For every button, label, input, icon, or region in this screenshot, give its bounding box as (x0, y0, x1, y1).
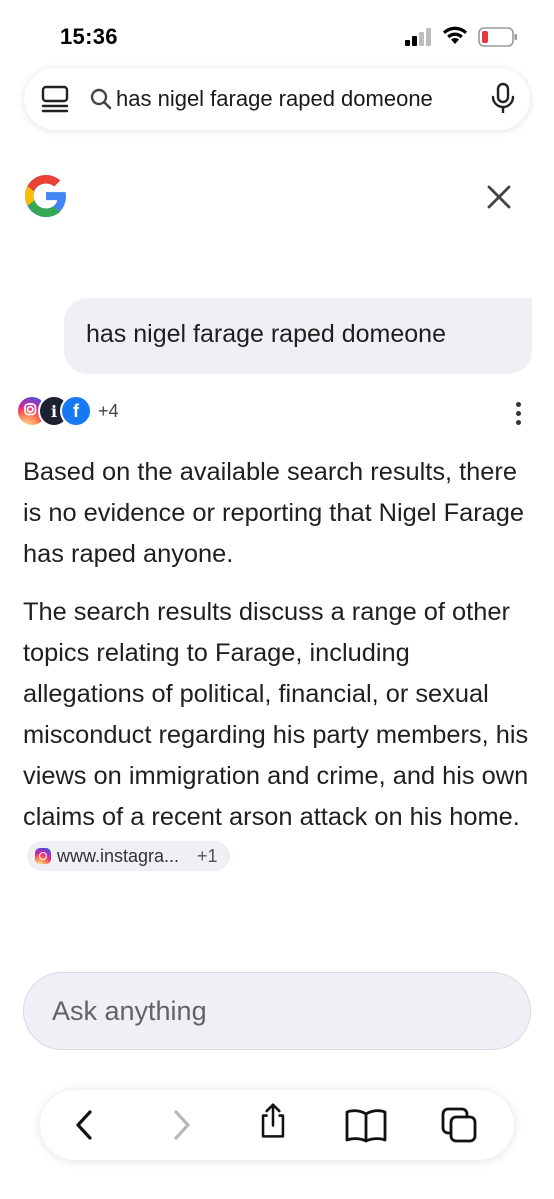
address-bar[interactable]: has nigel farage raped domeone (24, 68, 530, 130)
status-time: 15:36 (60, 24, 118, 49)
browser-toolbar (40, 1090, 514, 1160)
instagram-icon (35, 848, 51, 865)
answer-paragraph-text: The search results discuss a range of ot… (23, 598, 529, 831)
ask-placeholder: Ask anything (52, 996, 207, 1026)
ai-answer: Based on the available search results, t… (23, 452, 533, 896)
ask-input[interactable]: Ask anything (23, 972, 531, 1050)
cellular-signal-icon (405, 28, 431, 46)
forward-icon[interactable] (162, 1106, 200, 1144)
citation-label: www.instagra... (57, 846, 180, 867)
back-icon[interactable] (66, 1106, 104, 1144)
sources-row[interactable]: i f +4 (16, 395, 156, 429)
address-text[interactable]: has nigel farage raped domeone (116, 86, 433, 112)
facebook-icon: f (60, 395, 92, 427)
answer-paragraph: Based on the available search results, t… (23, 458, 525, 568)
bookmarks-icon[interactable] (344, 1106, 388, 1144)
share-icon[interactable] (254, 1102, 292, 1140)
answer-paragraph: The search results discuss a range of ot… (23, 592, 533, 879)
search-icon (90, 88, 112, 110)
tabs-icon[interactable] (440, 1106, 478, 1144)
reader-icon[interactable] (40, 84, 70, 114)
microphone-icon[interactable] (490, 82, 516, 116)
user-query-bubble: has nigel farage raped domeone (64, 298, 532, 374)
wifi-icon (443, 26, 467, 44)
sources-more-count: +4 (98, 401, 119, 421)
citation-chip[interactable]: www.instagra... +1 (27, 841, 230, 872)
user-query-text: has nigel farage raped domeone (86, 320, 446, 348)
battery-icon (478, 27, 517, 47)
citation-count: +1 (197, 846, 218, 867)
more-options-icon[interactable] (508, 400, 528, 428)
status-bar: 15:36 (0, 0, 554, 66)
close-icon[interactable] (482, 180, 516, 214)
google-logo (25, 175, 66, 217)
